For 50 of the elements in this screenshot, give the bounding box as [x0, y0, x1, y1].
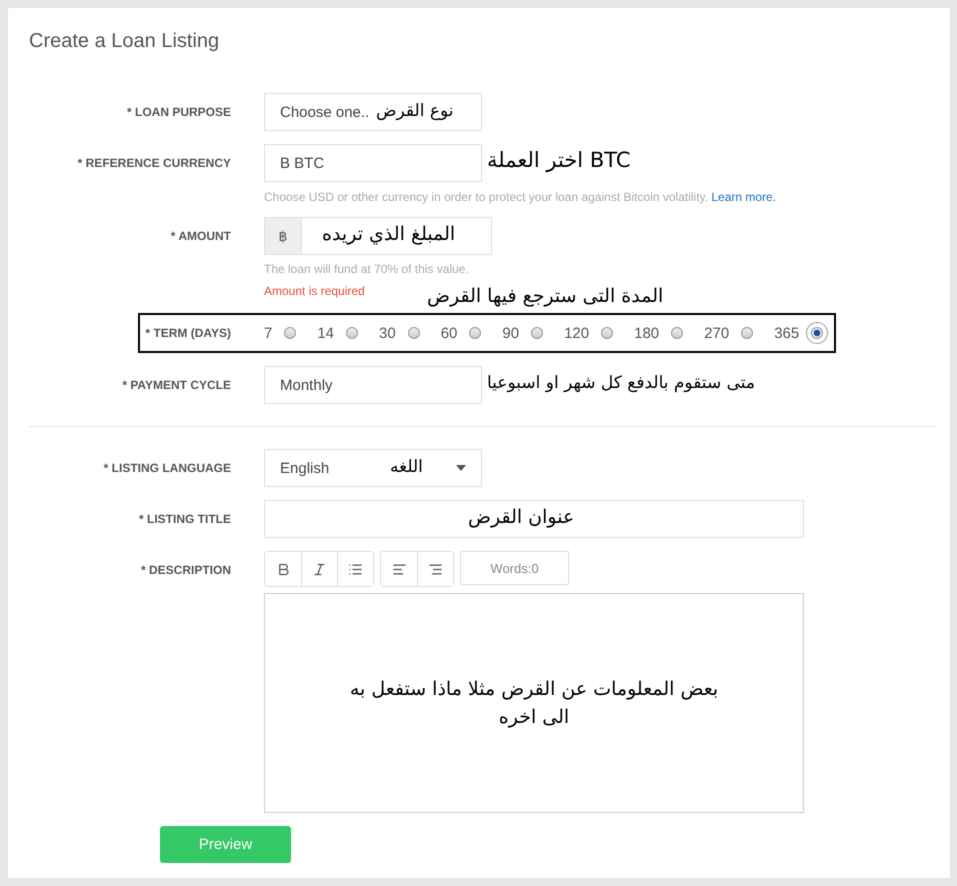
caret-icon — [456, 465, 466, 471]
radio-button[interactable] — [531, 327, 544, 339]
field-label: * LISTING TITLE — [139, 511, 231, 528]
radio-button[interactable] — [469, 327, 482, 339]
option-label: 14 — [317, 324, 334, 342]
annotation-text: متى ستقوم بالدفع كل شهر او اسبوعيا — [487, 375, 755, 392]
list-icon — [348, 562, 363, 576]
option-label: 7 — [264, 324, 272, 342]
radio-button[interactable] — [671, 327, 684, 339]
annotation-text: بعض المعلومات عن القرض مثلا ماذا ستفعل به الى اخره — [348, 677, 720, 730]
radio-button[interactable] — [408, 327, 420, 339]
option-label: 30 — [379, 324, 396, 342]
annotation-text: المدة التى سترجع فيها القرض — [427, 287, 664, 306]
annotation-text: نوع القرض — [376, 103, 454, 120]
field-label: * TERM (DAYS) — [144, 326, 231, 340]
learn-more-link[interactable]: Learn more. — [711, 190, 776, 204]
option-label: 90 — [502, 324, 520, 342]
align-right-button[interactable] — [417, 552, 453, 586]
help-text: The loan will fund at 70% of this value. — [264, 262, 469, 276]
description-field[interactable]: بعض المعلومات عن القرض مثلا ماذا ستفعل به الى اخره — [264, 593, 804, 813]
list-button[interactable] — [337, 552, 373, 586]
field-label: * LOAN PURPOSE — [126, 104, 231, 121]
title-field[interactable] — [264, 500, 804, 538]
option-label: 120 — [564, 324, 590, 342]
error-text: Amount is required — [264, 284, 365, 298]
field-label: * PAYMENT CYCLE — [122, 377, 231, 394]
help-text: Choose USD or other currency in order to protect your loan against Bitcoin volatility. Learn more. — [264, 190, 776, 204]
option-label: 180 — [634, 324, 660, 342]
option-label: 365 — [774, 324, 800, 342]
annotation-text: عنوان القرض — [468, 508, 574, 527]
align-left-icon — [392, 562, 406, 576]
field-label: * AMOUNT — [170, 228, 231, 245]
option-label: 270 — [704, 324, 730, 342]
radio-button[interactable] — [284, 327, 296, 339]
radio-button[interactable] — [601, 327, 614, 339]
radio-button[interactable] — [346, 327, 358, 339]
option-label: 60 — [440, 324, 458, 342]
field-label: * DESCRIPTION — [140, 562, 231, 579]
page-title: Create a Loan Listing — [28, 29, 220, 54]
annotation-text: اختر العملة BTC — [487, 150, 630, 171]
annotation-text: المبلغ الذي تريده — [322, 225, 456, 244]
word-count: Words:0 — [460, 551, 569, 585]
field-label: * LISTING LANGUAGE — [104, 460, 231, 477]
annotation-text: اللغه — [390, 459, 423, 476]
radio-button[interactable] — [741, 327, 754, 339]
select-field[interactable]: Monthly — [264, 366, 482, 404]
field-label: * REFERENCE CURRENCY — [78, 155, 231, 172]
align-right-icon — [428, 562, 443, 576]
italic-icon — [312, 562, 327, 576]
select-field[interactable]: B BTC — [264, 144, 482, 182]
